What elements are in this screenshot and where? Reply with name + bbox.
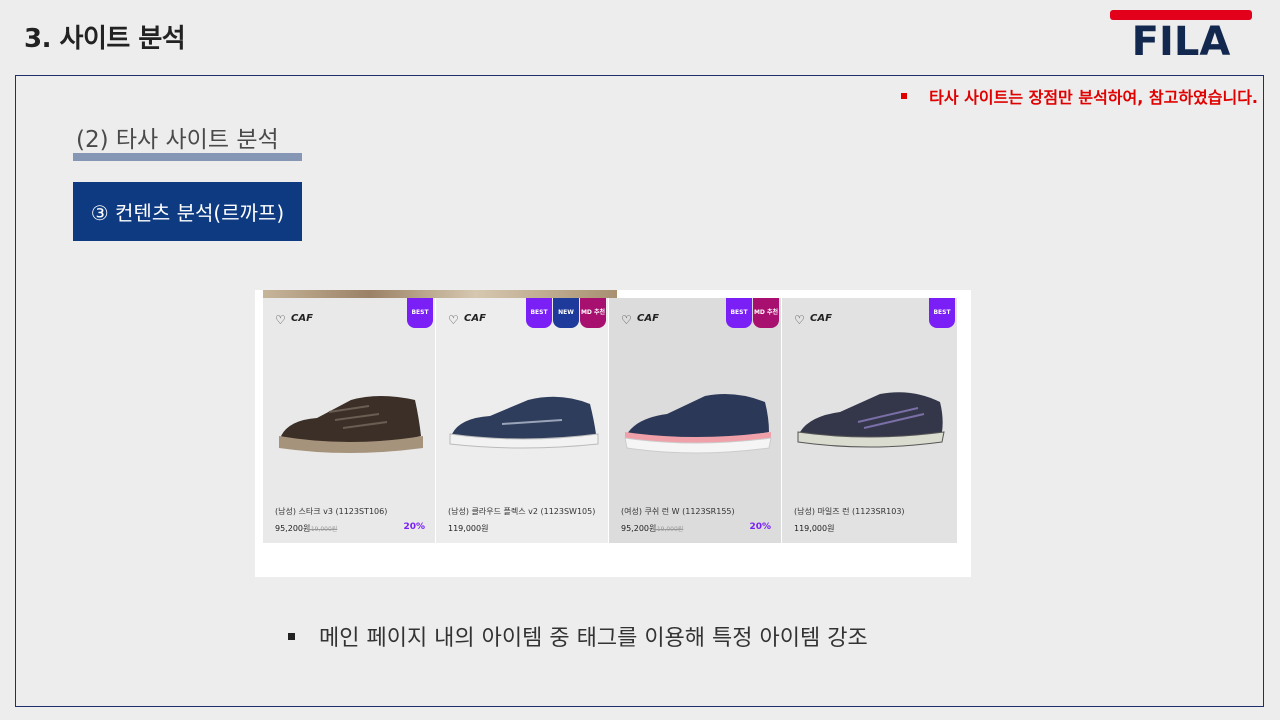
original-price: 119,000원	[653, 526, 684, 533]
subtitle-text: ③ 컨텐츠 분석(르까프)	[90, 201, 285, 225]
badge-group: BEST MD 추천	[726, 298, 779, 328]
shoe-image	[279, 396, 423, 453]
bullet-square	[288, 632, 295, 640]
product-card[interactable]: ♡ CAF BEST MD 추천 (여성) 쿠쉬 런 W (1123SR155)…	[609, 298, 781, 543]
discount-rate: 20%	[749, 522, 771, 532]
section-title: (2) 타사 사이트 분석	[76, 127, 279, 153]
shoe-image	[797, 392, 945, 448]
heart-icon[interactable]: ♡	[794, 313, 805, 327]
md-badge: MD 추천	[580, 298, 606, 328]
product-card[interactable]: ♡ CAF BEST (남성) 스타크 v3 (1123ST106) 95,20…	[263, 298, 435, 543]
best-badge: BEST	[407, 298, 433, 328]
product-price: 95,200원	[275, 524, 311, 533]
md-badge: MD 추천	[753, 298, 779, 328]
note-bullet	[901, 93, 908, 99]
brand-logo: CAF	[464, 313, 486, 324]
best-badge: BEST	[726, 298, 752, 328]
product-name[interactable]: (남성) 클라우드 플렉스 v2 (1123SW105)	[448, 506, 595, 517]
product-name[interactable]: (남성) 마일즈 런 (1123SR103)	[794, 506, 905, 517]
product-screenshot: ♡ CAF BEST (남성) 스타크 v3 (1123ST106) 95,20…	[255, 290, 971, 577]
original-price: 119,000원	[307, 526, 338, 533]
best-badge: BEST	[526, 298, 552, 328]
note-text: 타사 사이트는 장점만 분석하여, 참고하였습니다.	[929, 88, 1258, 107]
section-underline	[73, 153, 302, 161]
badge-group: BEST NEW MD 추천	[526, 298, 606, 328]
note: 타사 사이트는 장점만 분석하여, 참고하였습니다.	[901, 84, 1258, 108]
shoe-image	[624, 394, 772, 454]
badge-group: BEST	[407, 298, 433, 328]
product-card[interactable]: ♡ CAF BEST NEW MD 추천 (남성) 클라우드 플렉스 v2 (1…	[436, 298, 608, 543]
best-badge: BEST	[929, 298, 955, 328]
product-price: 119,000원	[794, 524, 835, 533]
slide-title: 3. 사이트 분석	[24, 24, 186, 54]
product-price: 119,000원	[448, 524, 489, 533]
heart-icon[interactable]: ♡	[448, 313, 459, 327]
heart-icon[interactable]: ♡	[275, 313, 286, 327]
banner-strip	[263, 290, 617, 298]
heart-icon[interactable]: ♡	[621, 313, 632, 327]
brand-logo: CAF	[291, 313, 313, 324]
badge-group: BEST	[929, 298, 955, 328]
product-price: 95,200원	[621, 524, 657, 533]
bottom-bullet-text: 메인 페이지 내의 아이템 중 태그를 이용해 특정 아이템 강조	[319, 626, 868, 651]
product-card[interactable]: ♡ CAF BEST (남성) 마일즈 런 (1123SR103) 119,00…	[782, 298, 957, 543]
product-name[interactable]: (남성) 스타크 v3 (1123ST106)	[275, 506, 387, 517]
bottom-bullet: 메인 페이지 내의 아이템 중 태그를 이용해 특정 아이템 강조	[288, 620, 868, 652]
new-badge: NEW	[553, 298, 579, 328]
logo-text: FILA	[1132, 19, 1231, 58]
shoe-image	[449, 396, 599, 449]
discount-rate: 20%	[403, 522, 425, 532]
brand-logo: CAF	[810, 313, 832, 324]
fila-logo: FILA	[1110, 10, 1252, 58]
product-name[interactable]: (여성) 쿠쉬 런 W (1123SR155)	[621, 506, 735, 517]
subtitle-box: ③ 컨텐츠 분석(르까프)	[73, 182, 302, 241]
brand-logo: CAF	[637, 313, 659, 324]
